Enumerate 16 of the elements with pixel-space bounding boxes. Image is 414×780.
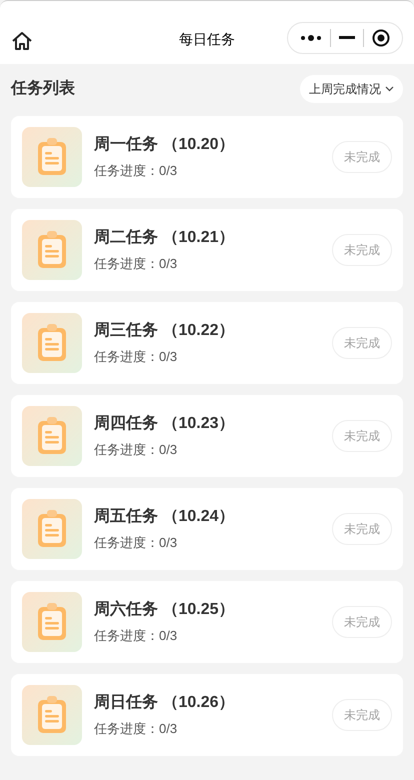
task-title: 周一任务 （10.20） [94,134,236,156]
status-tag: 未完成 [332,606,392,638]
task-title: 周三任务 （10.22） [94,320,236,342]
status-tag: 未完成 [332,327,392,359]
task-title: 周六任务 （10.25） [94,599,236,620]
status-tag: 未完成 [332,141,392,173]
section-title: 任务列表 [11,78,75,99]
status-tag: 未完成 [332,420,392,452]
status-tag: 未完成 [332,699,392,731]
task-title: 周五任务 （10.24） [94,506,236,528]
page-title: 每日任务 [179,30,235,49]
task-title: 周四任务 （10.23） [94,414,236,434]
status-tag: 未完成 [332,513,392,545]
status-tag: 未完成 [332,234,392,266]
task-title: 周二任务 （10.21） [94,228,236,248]
task-title: 周日任务 （10.26） [94,692,236,714]
